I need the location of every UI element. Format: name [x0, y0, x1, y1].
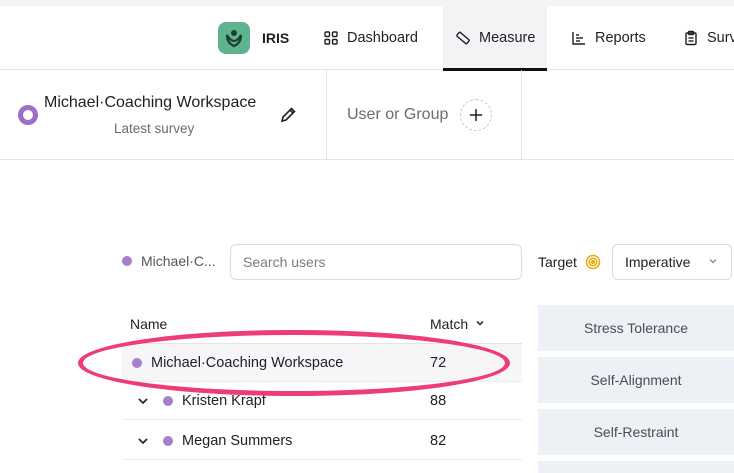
- purple-dot-icon: [163, 436, 173, 446]
- brand-name: IRIS: [262, 30, 290, 46]
- row-match: 72: [430, 355, 447, 371]
- row-match: 82: [430, 433, 447, 449]
- column-header-match[interactable]: Match: [430, 316, 486, 332]
- workspace-title: Michael·Coaching Workspace: [44, 94, 257, 111]
- trait-self-alignment[interactable]: Self-Alignment: [538, 357, 734, 403]
- row-name-text: Kristen Krapf: [182, 393, 266, 409]
- top-navbar: IRIS Dashboard Measure Reports Surv: [0, 6, 734, 71]
- plus-icon: [470, 109, 482, 121]
- nav-reports-label: Reports: [595, 30, 646, 46]
- column-header-match-label: Match: [430, 316, 469, 332]
- trait-stress-tolerance[interactable]: Stress Tolerance: [538, 305, 734, 351]
- target-icon: [585, 254, 601, 270]
- grid-icon: [323, 30, 339, 46]
- ruler-icon: [455, 30, 471, 46]
- purple-dot-icon: [132, 358, 142, 368]
- target-select[interactable]: Imperative: [612, 244, 732, 280]
- table-row[interactable]: Megan Summers 82: [122, 422, 522, 460]
- row-match: 88: [430, 393, 447, 409]
- nav-measure[interactable]: Measure: [443, 6, 547, 71]
- chevron-down-icon[interactable]: [136, 434, 150, 448]
- trait-next[interactable]: [538, 461, 734, 473]
- iris-logo-icon: [218, 22, 250, 54]
- selected-workspace-chip[interactable]: Michael·C...: [122, 253, 216, 269]
- column-header-name-label: Name: [130, 316, 168, 332]
- user-or-group-block: User or Group: [327, 70, 522, 159]
- row-name-text: Megan Summers: [182, 433, 293, 449]
- clipboard-icon: [683, 30, 699, 46]
- chevron-down-icon: [707, 254, 719, 270]
- nav-surveys[interactable]: Surv: [671, 6, 734, 70]
- target-label-text: Target: [538, 254, 577, 270]
- table-row[interactable]: Kristen Krapf 88: [122, 382, 522, 420]
- target-label: Target: [538, 254, 601, 270]
- workspace-subtitle: Latest survey: [114, 121, 195, 136]
- nav-dashboard-label: Dashboard: [347, 30, 418, 46]
- table-row[interactable]: Michael·Coaching Workspace 72: [122, 344, 522, 382]
- nav-reports[interactable]: Reports: [559, 6, 658, 70]
- chevron-down-icon[interactable]: [136, 394, 150, 408]
- brand[interactable]: IRIS: [218, 22, 289, 54]
- user-or-group-label: User or Group: [347, 106, 449, 123]
- workspace-header: Michael·Coaching Workspace Latest survey…: [0, 70, 734, 160]
- pencil-icon[interactable]: [279, 106, 297, 124]
- nav-dashboard[interactable]: Dashboard: [311, 6, 430, 70]
- row-name: Michael·Coaching Workspace: [132, 355, 343, 371]
- column-header-name[interactable]: Name: [130, 316, 167, 332]
- nav-surveys-label: Surv: [707, 30, 734, 46]
- purple-dot-icon: [122, 256, 132, 266]
- nav-measure-label: Measure: [479, 30, 536, 46]
- sort-chevron-down-icon: [474, 316, 486, 332]
- bar-chart-icon: [571, 30, 587, 46]
- search-users-input[interactable]: [230, 244, 522, 280]
- purple-dot-icon: [163, 396, 173, 406]
- workspace-block: Michael·Coaching Workspace Latest survey: [0, 70, 327, 159]
- add-user-or-group-button[interactable]: [460, 99, 492, 131]
- selected-workspace-chip-label: Michael·C...: [141, 253, 216, 269]
- target-select-value: Imperative: [625, 254, 691, 270]
- row-name-text: Michael·Coaching Workspace: [151, 355, 344, 371]
- trait-self-restraint[interactable]: Self-Restraint: [538, 409, 734, 455]
- workspace-ring-icon: [18, 105, 38, 125]
- row-name: Megan Summers: [163, 433, 292, 449]
- row-name: Kristen Krapf: [163, 393, 266, 409]
